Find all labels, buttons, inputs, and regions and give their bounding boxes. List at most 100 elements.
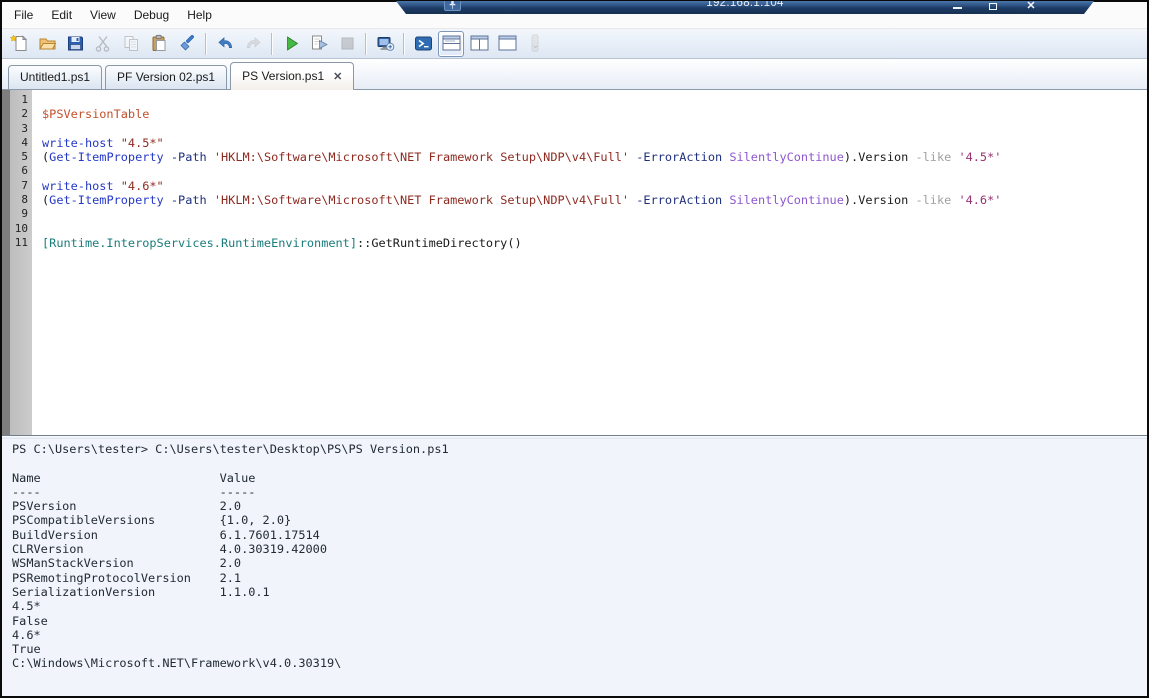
powershell-ise-window: FileEditViewDebugHelp Untitled1.ps1 PF Ve… (0, 0, 1149, 698)
line-number-gutter: 1234567891011 (10, 90, 32, 435)
console-result-line: 4.5* (12, 599, 1147, 613)
run-script-button[interactable] (278, 31, 304, 57)
console-result-line: C:\Windows\Microsoft.NET\Framework\v4.0.… (12, 656, 1147, 670)
powershell-icon (414, 34, 433, 53)
restore-icon (989, 3, 997, 10)
copy-icon (122, 34, 141, 53)
open-folder-icon (38, 34, 57, 53)
tab-untitled1-ps1[interactable]: Untitled1.ps1 (8, 65, 102, 89)
script-pane-maximized-button[interactable] (494, 31, 520, 57)
stop-execution-button[interactable] (334, 31, 360, 57)
menu-file[interactable]: File (5, 2, 42, 28)
save-icon (66, 34, 85, 53)
code-line (42, 222, 1147, 236)
clear-output-icon (178, 34, 197, 53)
script-tab-bar: Untitled1.ps1 PF Version 02.ps1 PS Version… (2, 59, 1147, 90)
console-result-line: True (12, 642, 1147, 656)
remote-desktop-connection-bar: 192.168.1.104 ✕ (396, 1, 1094, 14)
run-icon (282, 34, 301, 53)
redo-button[interactable] (240, 31, 266, 57)
script-pane-top-button[interactable] (438, 31, 464, 57)
clear-output-button[interactable] (174, 31, 200, 57)
line-number: 2 (10, 107, 32, 121)
toolbar-separator (271, 33, 273, 55)
line-number: 4 (10, 136, 32, 150)
console-table-underline: ---- ----- (12, 485, 1147, 499)
new-script-button[interactable] (6, 31, 32, 57)
script-editor-pane[interactable]: 1234567891011 $PSVersionTable write-host … (2, 90, 1147, 435)
run-selection-button[interactable] (306, 31, 332, 57)
console-table-header: Name Value (12, 471, 1147, 485)
line-number: 7 (10, 179, 32, 193)
paste-icon (150, 34, 169, 53)
script-code[interactable]: $PSVersionTablewrite-host "4.5*"(Get-Ite… (32, 90, 1147, 435)
console-prompt-line: PS C:\Users\tester> C:\Users\tester\Desk… (12, 442, 1147, 456)
line-number: 6 (10, 164, 32, 178)
toolbar-separator (365, 33, 367, 55)
code-line: (Get-ItemProperty -Path 'HKLM:\Software\… (42, 193, 1147, 207)
stop-icon (338, 34, 357, 53)
menu-debug[interactable]: Debug (125, 2, 178, 28)
tab-label: PF Version 02.ps1 (117, 70, 215, 84)
code-line: (Get-ItemProperty -Path 'HKLM:\Software\… (42, 150, 1147, 164)
line-number: 3 (10, 122, 32, 136)
toolbar (2, 28, 1147, 59)
console-result-line: 4.6* (12, 628, 1147, 642)
overflow-icon (526, 34, 545, 53)
editor-margin (2, 90, 10, 435)
undo-icon (216, 34, 235, 53)
close-tab-icon[interactable]: ✕ (333, 70, 342, 83)
new-script-icon (10, 34, 29, 53)
tab-label: Untitled1.ps1 (20, 70, 90, 84)
paste-button[interactable] (146, 31, 172, 57)
close-icon: ✕ (1026, 1, 1035, 12)
undo-button[interactable] (212, 31, 238, 57)
console-blank-line (12, 456, 1147, 470)
line-number: 10 (10, 222, 32, 236)
console-result-line: False (12, 614, 1147, 628)
toolbar-separator (403, 33, 405, 55)
open-script-button[interactable] (34, 31, 60, 57)
console-output-pane[interactable]: PS C:\Users\tester> C:\Users\tester\Desk… (2, 439, 1147, 696)
layout-top-icon (442, 34, 461, 53)
minimize-icon (953, 7, 962, 9)
tab-label: PS Version.ps1 (242, 69, 324, 83)
code-line (42, 93, 1147, 107)
code-line: $PSVersionTable (42, 107, 1147, 121)
console-table-row: CLRVersion 4.0.30319.42000 (12, 542, 1147, 556)
line-number: 9 (10, 207, 32, 221)
remote-tab-icon (376, 34, 395, 53)
toolbar-overflow-button[interactable] (522, 31, 548, 57)
new-remote-powershell-tab-button[interactable] (372, 31, 398, 57)
toolbar-separator (205, 33, 207, 55)
code-line (42, 207, 1147, 221)
menu-view[interactable]: View (81, 2, 125, 28)
code-line (42, 164, 1147, 178)
console-table-row: PSCompatibleVersions {1.0, 2.0} (12, 513, 1147, 527)
console-table-row: PSRemotingProtocolVersion 2.1 (12, 571, 1147, 585)
code-line: write-host "4.6*" (42, 179, 1147, 193)
start-powershell-button[interactable] (410, 31, 436, 57)
script-pane-right-button[interactable] (466, 31, 492, 57)
code-line (42, 122, 1147, 136)
copy-button[interactable] (118, 31, 144, 57)
tab-ps-version-ps1[interactable]: PS Version.ps1 ✕ (230, 62, 354, 90)
menu-edit[interactable]: Edit (42, 2, 81, 28)
close-button[interactable]: ✕ (1022, 1, 1040, 13)
restore-button[interactable] (984, 1, 1002, 13)
code-line: write-host "4.5*" (42, 136, 1147, 150)
menu-help[interactable]: Help (178, 2, 221, 28)
layout-max-icon (498, 34, 517, 53)
code-line: [Runtime.InteropServices.RuntimeEnvironm… (42, 236, 1147, 250)
layout-right-icon (470, 34, 489, 53)
cut-button[interactable] (90, 31, 116, 57)
minimize-button[interactable] (948, 1, 966, 13)
cut-icon (94, 34, 113, 53)
console-table-row: BuildVersion 6.1.7601.17514 (12, 528, 1147, 542)
redo-icon (244, 34, 263, 53)
tab-pf-version-02-ps1[interactable]: PF Version 02.ps1 (105, 65, 227, 89)
save-button[interactable] (62, 31, 88, 57)
line-number: 8 (10, 193, 32, 207)
console-table-row: WSManStackVersion 2.0 (12, 556, 1147, 570)
line-number: 5 (10, 150, 32, 164)
